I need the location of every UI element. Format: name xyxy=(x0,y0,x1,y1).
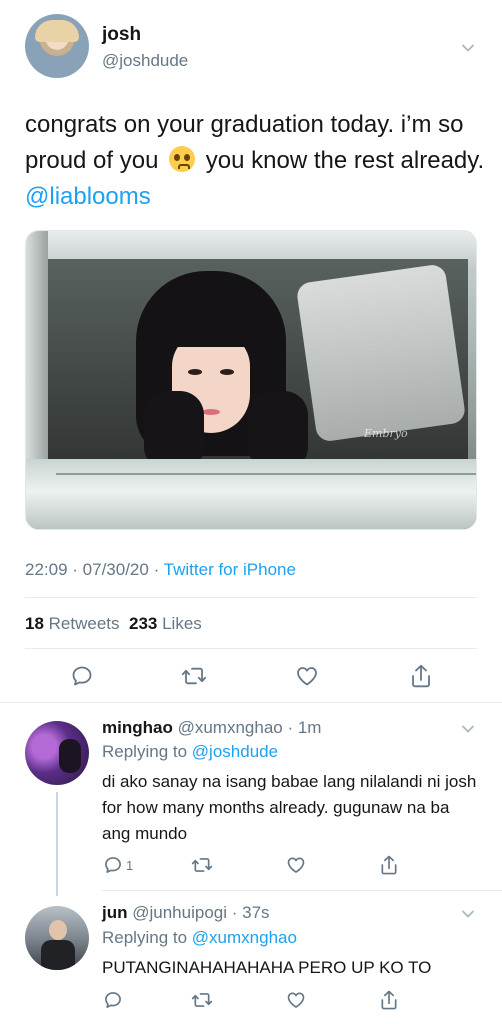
image-person-eye xyxy=(220,369,234,375)
author-name[interactable]: josh xyxy=(102,24,141,46)
reply-count: 1 xyxy=(126,857,134,873)
meta-separator: · xyxy=(153,560,164,579)
share-button[interactable] xyxy=(379,989,399,1011)
heart-icon xyxy=(287,992,305,1008)
tweet-image[interactable]: Embryo xyxy=(25,230,477,530)
image-car-door-line xyxy=(56,473,476,475)
author-handle[interactable]: @junhuipogi xyxy=(132,903,227,922)
retweet-icon xyxy=(191,993,213,1007)
share-icon xyxy=(381,855,397,875)
image-person-eye xyxy=(188,369,202,375)
reply-text: di ako sanay na isang babae lang nilalan… xyxy=(102,772,477,843)
meta-separator: · xyxy=(227,903,243,922)
divider xyxy=(102,890,502,891)
share-button[interactable] xyxy=(379,854,399,876)
retweet-button[interactable] xyxy=(191,855,213,875)
divider xyxy=(0,702,502,703)
retweet-button[interactable] xyxy=(181,664,207,688)
reply-actions: 1 xyxy=(0,855,502,885)
divider xyxy=(25,597,477,598)
tweet-text-part2: you know the rest already. xyxy=(205,147,485,174)
image-car-seat xyxy=(295,263,467,443)
image-car-door xyxy=(26,459,476,529)
replying-to-link[interactable]: @joshdude xyxy=(192,742,278,761)
reply-button[interactable] xyxy=(103,990,123,1010)
replying-label: Replying to xyxy=(102,928,188,947)
tweet-date: 07/30/20 xyxy=(82,560,149,579)
reply-actions xyxy=(0,990,502,1020)
likes-label[interactable]: Likes xyxy=(162,614,202,633)
meta-separator: · xyxy=(72,560,83,579)
like-button[interactable] xyxy=(295,664,319,688)
replying-to: Replying to @joshdude xyxy=(102,742,278,762)
author-name[interactable]: jun xyxy=(102,903,128,922)
avatar[interactable] xyxy=(25,721,89,785)
replying-to: Replying to @xumxnghao xyxy=(102,928,297,948)
author-handle[interactable]: @joshdude xyxy=(102,51,188,71)
retweets-label[interactable]: Retweets xyxy=(49,614,120,633)
author-handle[interactable]: @xumxnghao xyxy=(178,718,283,737)
tweet-text: congrats on your graduation today. i’m s… xyxy=(25,107,485,215)
reply-header: jun @junhuipogi · 37s xyxy=(102,903,270,923)
main-tweet: josh @joshdude congrats on your graduati… xyxy=(0,0,502,702)
reply-time: 1m xyxy=(297,718,322,737)
retweet-icon xyxy=(181,667,207,685)
image-watermark: Embryo xyxy=(364,427,408,440)
main-actions xyxy=(0,662,502,692)
image-person-lips xyxy=(202,409,220,415)
meta-separator: · xyxy=(282,718,298,737)
tweet-source-link[interactable]: Twitter for iPhone xyxy=(164,560,296,579)
chevron-down-icon[interactable] xyxy=(461,722,475,736)
likes-count[interactable]: 233 xyxy=(129,614,157,633)
reply-button[interactable]: 1 xyxy=(103,855,133,875)
retweets-count[interactable]: 18 xyxy=(25,614,44,633)
heart-icon xyxy=(287,857,305,873)
thread-line xyxy=(56,792,58,896)
reply-button[interactable] xyxy=(70,664,94,688)
reply-icon xyxy=(72,666,92,686)
avatar[interactable] xyxy=(25,14,89,78)
share-button[interactable] xyxy=(409,663,433,689)
mention-link[interactable]: @liablooms xyxy=(25,183,151,210)
tweet-stats: 18 Retweets 233 Likes xyxy=(25,614,202,634)
like-button[interactable] xyxy=(286,855,306,875)
heart-icon xyxy=(297,667,317,686)
reply-icon xyxy=(105,857,121,873)
pleading-face-emoji-icon xyxy=(169,146,196,172)
share-icon xyxy=(381,990,397,1010)
divider xyxy=(25,648,477,649)
author-name[interactable]: minghao xyxy=(102,718,173,737)
tweet-time: 22:09 xyxy=(25,560,68,579)
reply-header: minghao @xumxnghao · 1m xyxy=(102,718,321,738)
chevron-down-icon[interactable] xyxy=(461,41,475,55)
avatar[interactable] xyxy=(25,906,89,970)
share-icon xyxy=(412,664,430,688)
tweet-meta: 22:09 · 07/30/20 · Twitter for iPhone xyxy=(25,560,296,580)
reply-icon xyxy=(105,992,121,1008)
reply-text: PUTANGINAHAHAHAHA PERO UP KO TO xyxy=(102,958,432,977)
image-person-bangs xyxy=(162,303,262,347)
retweet-icon xyxy=(191,858,213,872)
retweet-button[interactable] xyxy=(191,990,213,1010)
replying-to-link[interactable]: @xumxnghao xyxy=(192,928,297,947)
reply-time: 37s xyxy=(242,903,270,922)
replying-label: Replying to xyxy=(102,742,188,761)
like-button[interactable] xyxy=(286,990,306,1010)
chevron-down-icon[interactable] xyxy=(461,907,475,921)
